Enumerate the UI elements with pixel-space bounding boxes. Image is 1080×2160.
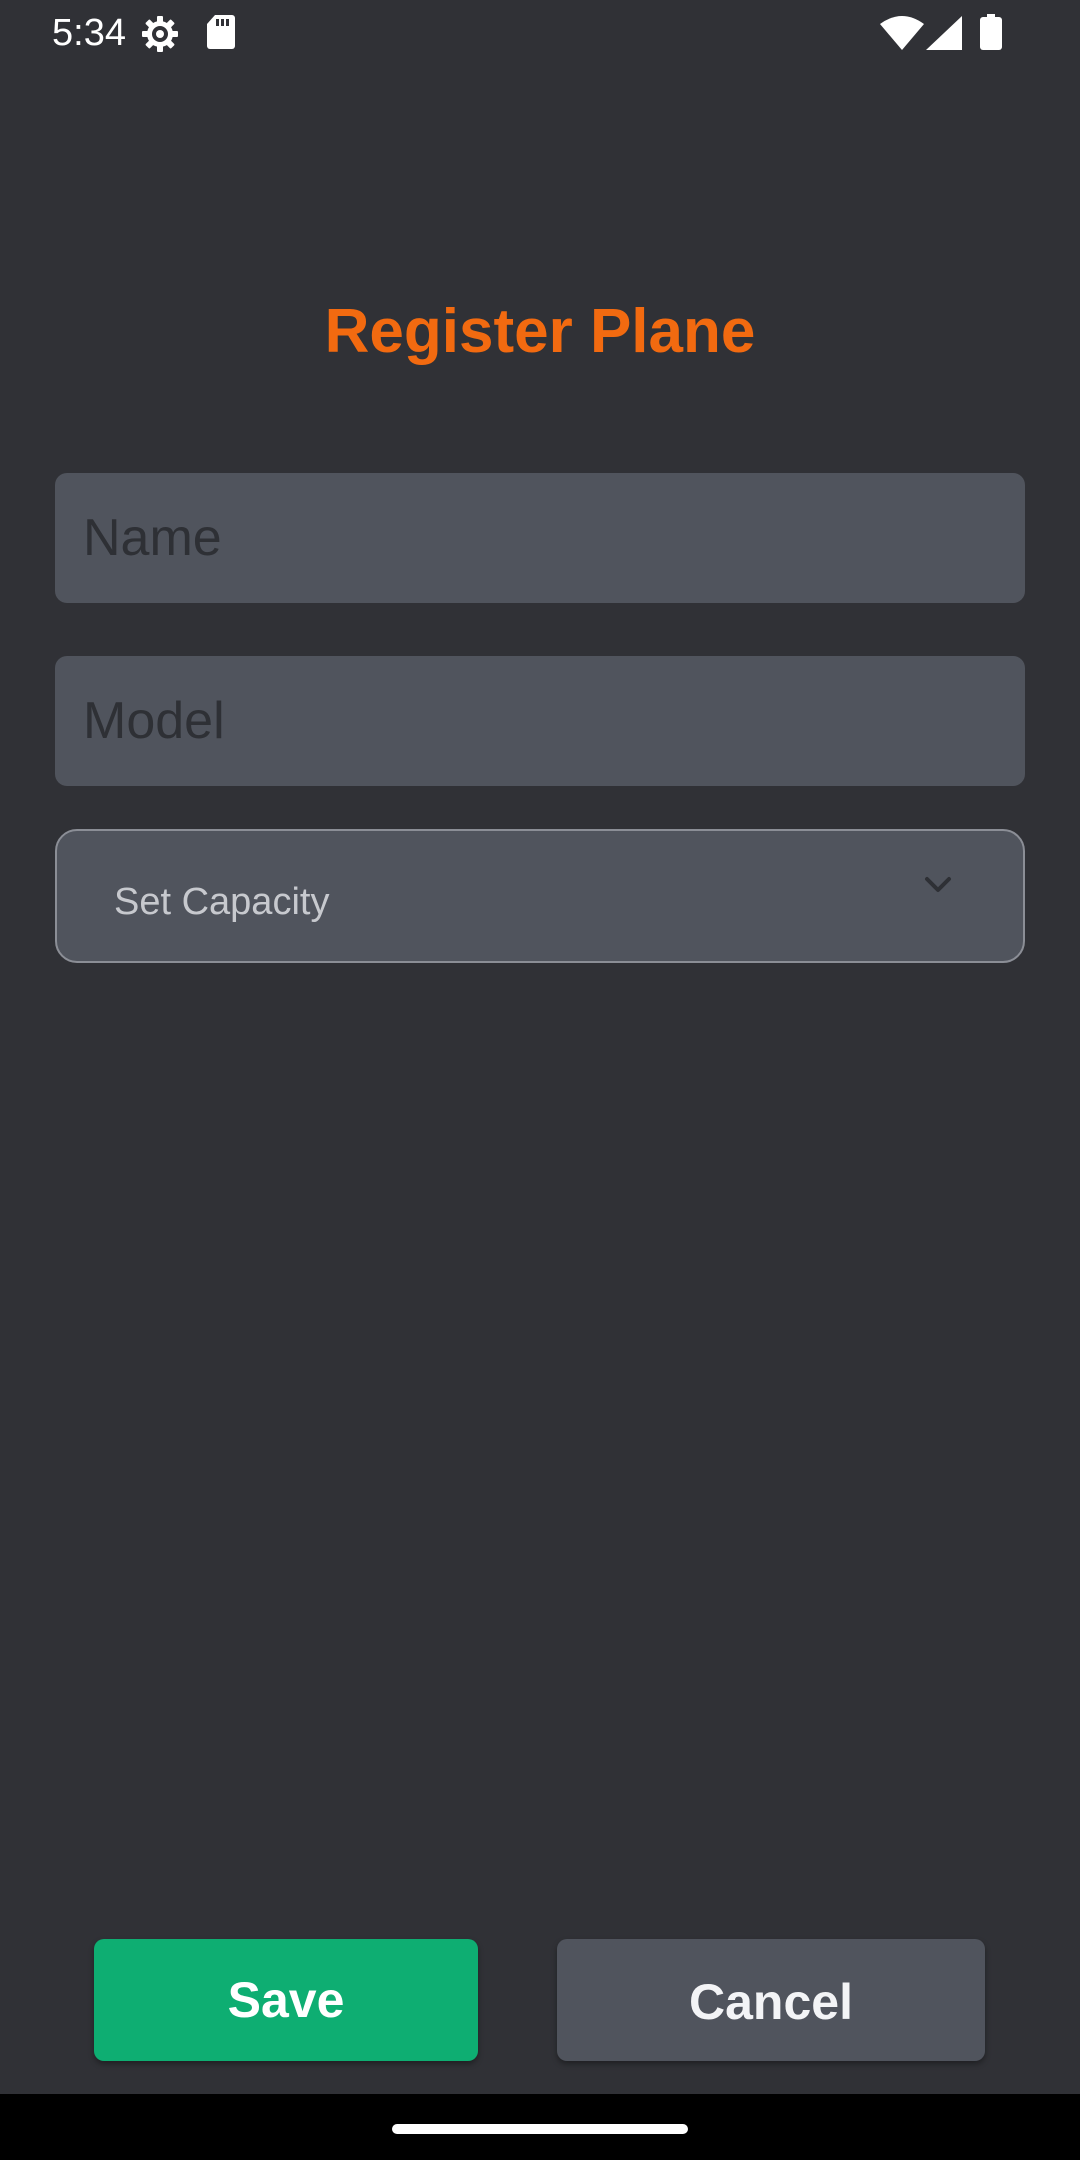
status-bar: 5:34 [0, 0, 1080, 66]
name-input[interactable] [55, 473, 1025, 603]
gear-icon [140, 14, 180, 59]
capacity-select[interactable]: Set Capacity [55, 829, 1025, 963]
home-indicator[interactable] [392, 2124, 688, 2134]
model-input[interactable] [55, 656, 1025, 786]
navigation-bar [0, 2094, 1080, 2160]
cell-signal-icon [926, 16, 962, 55]
battery-icon [980, 14, 1002, 55]
wifi-icon [880, 16, 924, 55]
cancel-button[interactable]: Cancel [557, 1939, 985, 2061]
status-time: 5:34 [52, 12, 126, 54]
page-title: Register Plane [324, 297, 756, 366]
sd-card-icon [206, 14, 236, 55]
register-plane-screen: 5:34 Register Plane Name Model Set Capac… [0, 0, 1080, 2160]
capacity-select-label: Set Capacity [114, 881, 330, 923]
chevron-down-icon [923, 875, 953, 900]
save-button[interactable]: Save [94, 1939, 478, 2061]
